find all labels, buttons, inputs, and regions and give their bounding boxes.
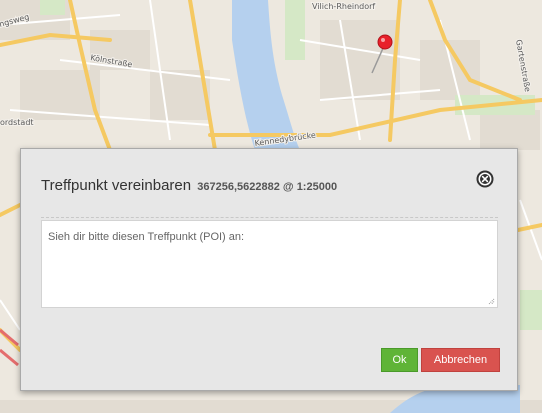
cancel-button[interactable]: Abbrechen bbox=[421, 348, 500, 372]
dialog-title: Treffpunkt vereinbaren 367256,5622882 @ … bbox=[41, 177, 337, 194]
message-area bbox=[41, 217, 498, 308]
share-poi-dialog: Treffpunkt vereinbaren 367256,5622882 @ … bbox=[20, 148, 518, 391]
resize-grip-icon[interactable] bbox=[488, 298, 495, 305]
message-textarea[interactable] bbox=[41, 220, 498, 308]
close-circle-icon[interactable] bbox=[476, 170, 494, 188]
dialog-title-text: Treffpunkt vereinbaren bbox=[41, 177, 192, 194]
ok-button[interactable]: Ok bbox=[381, 348, 418, 372]
map-label-vilich-rheindorf: Vilich-Rheindorf bbox=[312, 2, 375, 11]
dialog-coords: 367256,5622882 @ 1:25000 bbox=[197, 181, 338, 193]
map-label-nordstadt: ordstadt bbox=[0, 118, 34, 127]
